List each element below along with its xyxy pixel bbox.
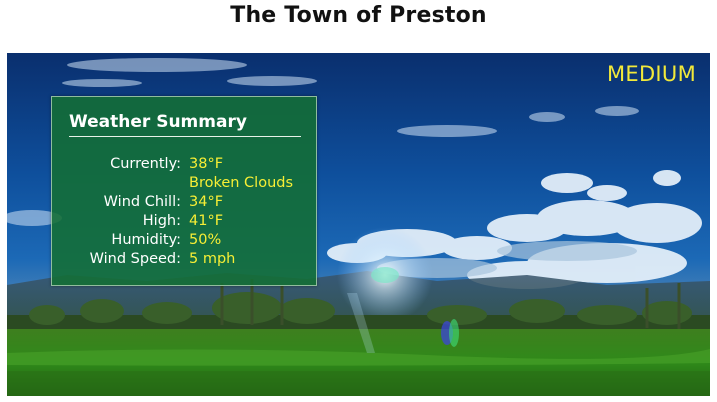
weather-hero-image: MEDIUM Weather Summary Currently: 38°F B… [7, 53, 710, 396]
page-title: The Town of Preston [230, 3, 487, 28]
humidity-label: Humidity: [111, 232, 181, 248]
condition-value: Broken Clouds [189, 175, 294, 191]
wind-chill-label: Wind Chill: [103, 194, 181, 210]
humidity-value: 50% [189, 232, 222, 248]
weather-summary-panel: Weather Summary Currently: 38°F Broken C… [51, 96, 317, 286]
high-label: High: [142, 213, 181, 229]
currently-row: Currently: 38°F [52, 155, 318, 175]
currently-value: 38°F [189, 156, 224, 172]
wind-chill-row: Wind Chill: 34°F [52, 193, 318, 213]
currently-label: Currently: [110, 156, 181, 172]
title-divider [69, 136, 301, 137]
wind-speed-row: Wind Speed: 5 mph [52, 250, 318, 270]
condition-row: Broken Clouds [52, 174, 318, 194]
panel-title: Weather Summary [69, 112, 247, 132]
page: The Town of Preston MEDIUM Weather Summa… [0, 0, 717, 402]
high-value: 41°F [189, 213, 224, 229]
mode-label: MEDIUM [606, 62, 696, 86]
wind-chill-value: 34°F [189, 194, 224, 210]
wind-speed-value: 5 mph [189, 251, 236, 267]
wind-speed-label: Wind Speed: [89, 251, 181, 267]
humidity-row: Humidity: 50% [52, 231, 318, 251]
high-row: High: 41°F [52, 212, 318, 232]
